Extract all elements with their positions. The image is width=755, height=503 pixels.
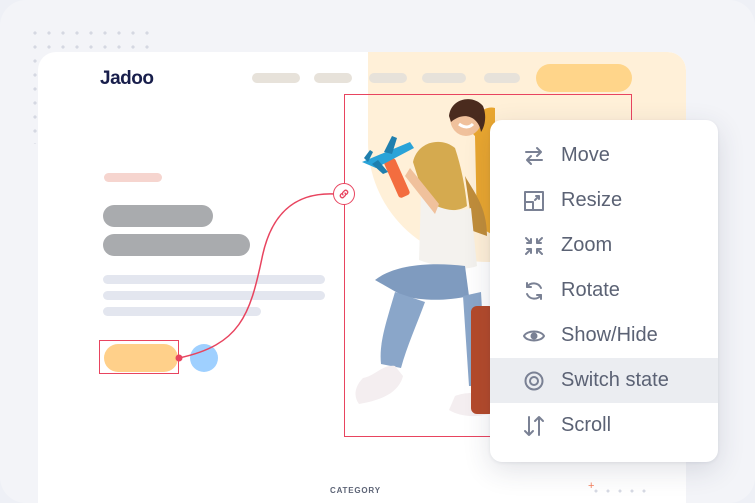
link-icon[interactable] [333, 183, 355, 205]
eye-icon [522, 324, 546, 348]
nav-placeholder [369, 73, 407, 83]
move-icon [522, 144, 546, 168]
play-circle-placeholder[interactable] [190, 344, 218, 372]
menu-item-resize[interactable]: Resize [490, 178, 718, 223]
text-line-placeholder [103, 275, 325, 284]
heading-placeholder [103, 234, 250, 256]
menu-item-label: Move [561, 144, 610, 166]
rotate-icon [522, 279, 546, 303]
menu-item-label: Scroll [561, 414, 612, 436]
menu-item-move[interactable]: Move [490, 133, 718, 178]
menu-item-scroll[interactable]: Scroll [490, 403, 718, 448]
scroll-icon [522, 414, 546, 438]
menu-item-switch-state[interactable]: Switch state [490, 358, 718, 403]
menu-item-label: Rotate [561, 279, 620, 301]
nav-placeholder [484, 73, 520, 83]
nav-placeholder [252, 73, 300, 83]
nav-cta-placeholder [536, 64, 632, 92]
menu-item-show-hide[interactable]: Show/Hide [490, 313, 718, 358]
menu-item-label: Switch state [561, 369, 669, 391]
switch-state-icon [522, 369, 546, 393]
zoom-icon [522, 234, 546, 258]
text-line-placeholder [103, 291, 325, 300]
site-logo: Jadoo [100, 68, 154, 89]
nav-placeholder [422, 73, 466, 83]
menu-item-label: Zoom [561, 234, 613, 256]
text-line-placeholder [103, 307, 261, 316]
nav-placeholder [314, 73, 352, 83]
heading-placeholder [103, 205, 213, 227]
dot-pattern [590, 486, 650, 496]
menu-item-label: Show/Hide [561, 324, 658, 346]
category-label: CATEGORY [330, 486, 381, 495]
subtitle-placeholder [104, 173, 162, 182]
selected-button-outline[interactable] [99, 340, 179, 374]
context-menu: Move Resize Zoom Rotate Show/Hide Switch… [490, 120, 718, 462]
menu-item-rotate[interactable]: Rotate [490, 268, 718, 313]
menu-item-zoom[interactable]: Zoom [490, 223, 718, 268]
resize-icon [522, 189, 546, 213]
menu-item-label: Resize [561, 189, 623, 211]
